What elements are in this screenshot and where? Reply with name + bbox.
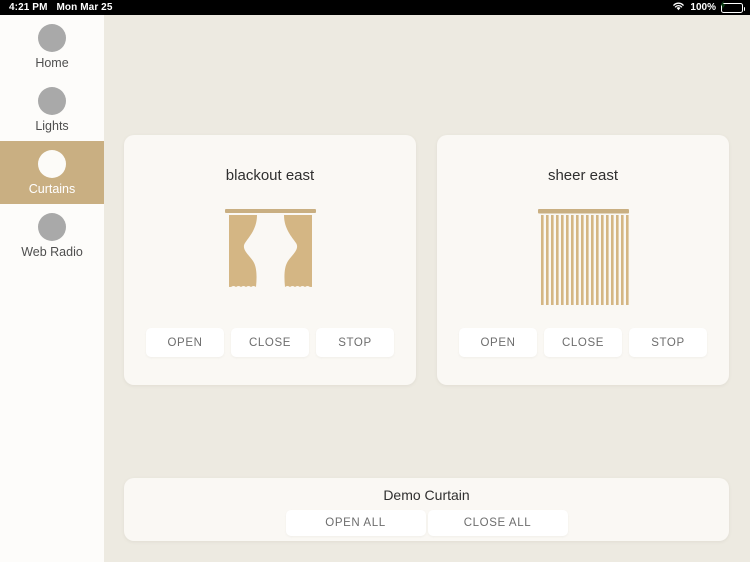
battery-charging-icon: [721, 3, 743, 13]
close-button[interactable]: CLOSE: [544, 328, 622, 357]
curtain-card: blackout east OPEN CLOSE STOP: [124, 135, 416, 385]
main-content: blackout east OPEN CLOSE STOP sheer east: [104, 15, 750, 562]
lights-icon: [38, 87, 66, 115]
curtain-sheer-closed-icon: [536, 209, 631, 309]
home-icon: [38, 24, 66, 52]
sidebar: Home Lights Curtains Web Radio: [0, 15, 104, 562]
card-title: sheer east: [548, 168, 618, 183]
open-button[interactable]: OPEN: [459, 328, 537, 357]
card-button-group: OPEN CLOSE STOP: [459, 328, 707, 357]
group-title: Demo Curtain: [383, 488, 469, 502]
curtain-card: sheer east: [437, 135, 729, 385]
sidebar-item-lights[interactable]: Lights: [0, 78, 104, 141]
open-button[interactable]: OPEN: [146, 328, 224, 357]
wifi-icon: [672, 1, 685, 14]
stop-button[interactable]: STOP: [316, 328, 394, 357]
sidebar-item-web-radio[interactable]: Web Radio: [0, 204, 104, 267]
sidebar-item-label: Home: [35, 57, 68, 70]
sidebar-item-home[interactable]: Home: [0, 15, 104, 78]
status-bar-right: 100%: [672, 1, 750, 14]
charging-bolt-icon: [720, 0, 726, 9]
group-control-bar: Demo Curtain OPEN ALL CLOSE ALL: [124, 478, 729, 541]
sidebar-item-curtains[interactable]: Curtains: [0, 141, 104, 204]
app-root: 4:21 PM Mon Mar 25 100%: [0, 0, 750, 562]
sidebar-item-label: Web Radio: [21, 246, 83, 259]
status-time: 4:21 PM: [9, 2, 48, 13]
curtains-icon: [38, 150, 66, 178]
close-button[interactable]: CLOSE: [231, 328, 309, 357]
status-bar: 4:21 PM Mon Mar 25 100%: [0, 0, 750, 15]
status-bar-left: 4:21 PM Mon Mar 25: [0, 2, 113, 13]
card-title: blackout east: [226, 168, 314, 183]
web-radio-icon: [38, 213, 66, 241]
card-button-group: OPEN CLOSE STOP: [146, 328, 394, 357]
group-button-group: OPEN ALL CLOSE ALL: [286, 510, 568, 536]
close-all-button[interactable]: CLOSE ALL: [428, 510, 568, 536]
open-all-button[interactable]: OPEN ALL: [286, 510, 426, 536]
status-date: Mon Mar 25: [57, 2, 113, 13]
sidebar-item-label: Lights: [35, 120, 68, 133]
stop-button[interactable]: STOP: [629, 328, 707, 357]
curtain-open-icon: [223, 209, 318, 309]
curtain-cards-row: blackout east OPEN CLOSE STOP sheer east: [124, 135, 729, 385]
battery-percent-label: 100%: [690, 2, 716, 13]
sidebar-item-label: Curtains: [29, 183, 76, 196]
